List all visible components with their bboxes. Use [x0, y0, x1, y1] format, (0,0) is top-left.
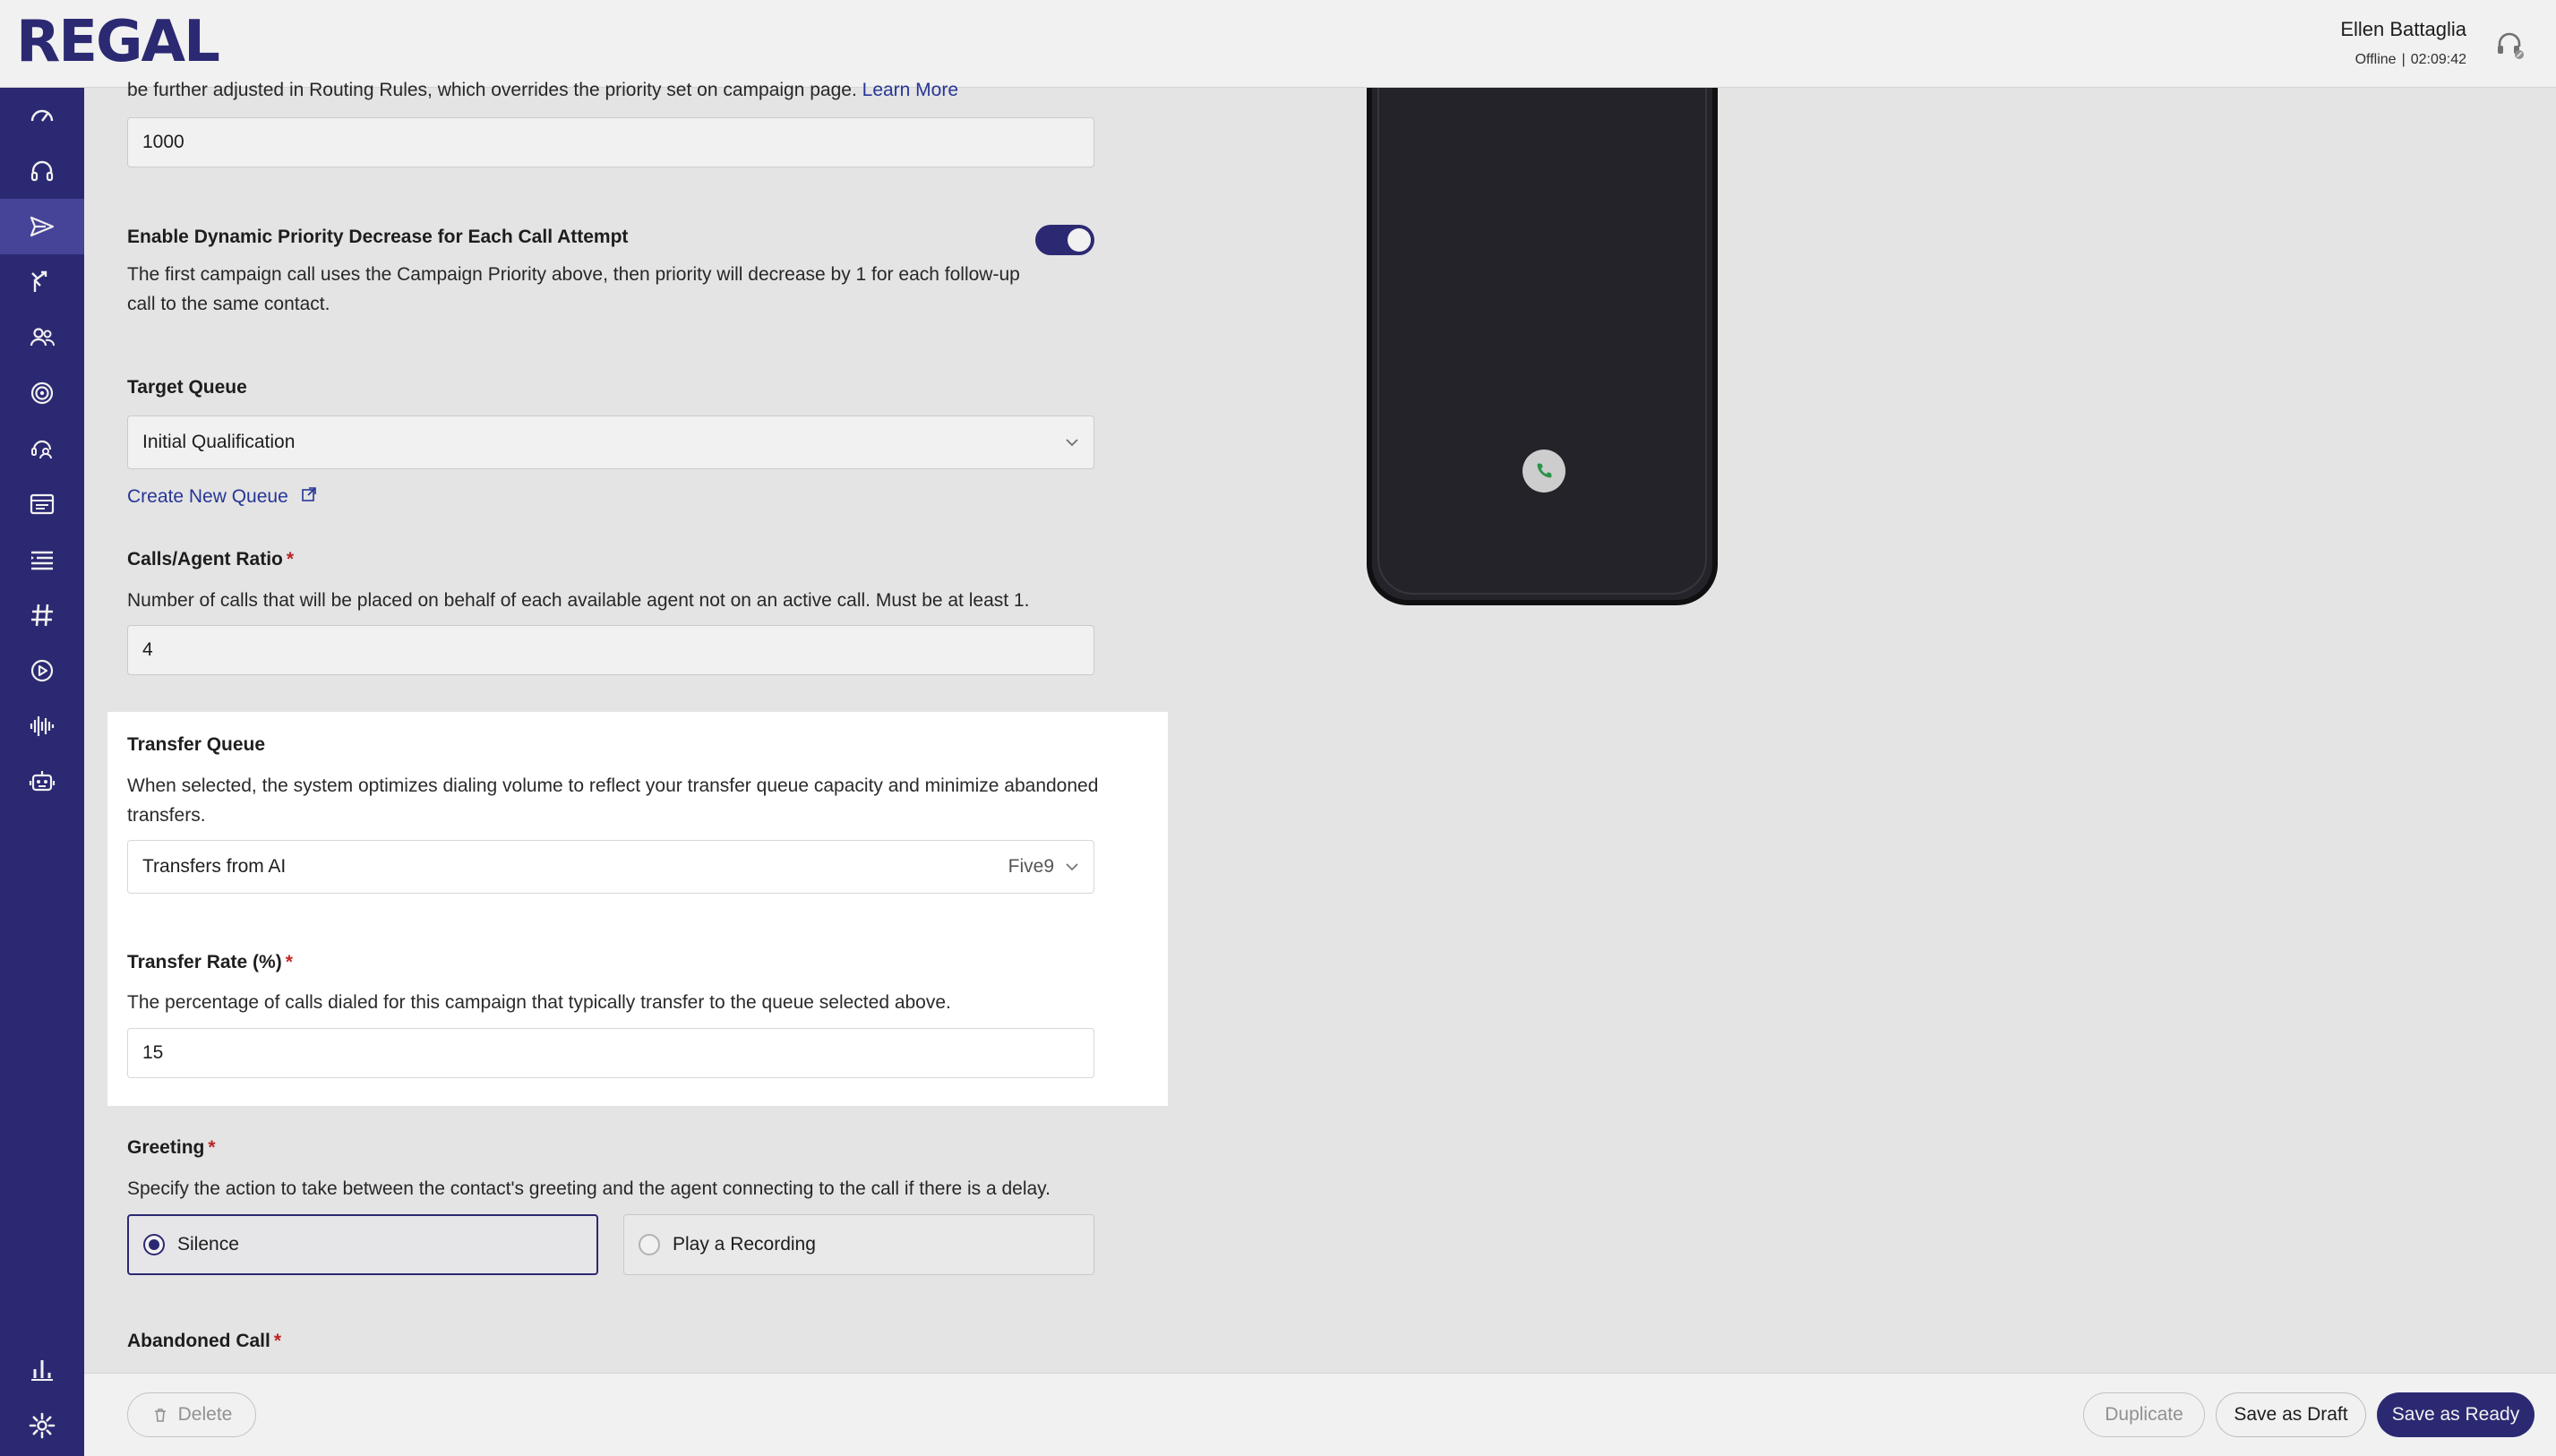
transfer-rate-input[interactable]: 15: [127, 1028, 1094, 1078]
user-status[interactable]: Offline | 02:09:42: [2355, 52, 2466, 68]
hash-icon[interactable]: [0, 587, 84, 643]
users-icon[interactable]: [0, 310, 84, 365]
create-new-queue-text: Create New Queue: [127, 486, 288, 507]
toggle-knob: [1068, 228, 1091, 252]
required-mark: *: [286, 549, 295, 570]
chevron-down-icon: [1063, 433, 1081, 457]
play-icon[interactable]: [0, 643, 84, 698]
agent-icon[interactable]: [0, 421, 84, 476]
required-mark: *: [285, 952, 293, 972]
waveform-icon[interactable]: [0, 698, 84, 754]
duplicate-button[interactable]: Duplicate: [2083, 1392, 2205, 1437]
target-queue-value: Initial Qualification: [142, 432, 296, 452]
create-new-queue-link[interactable]: Create New Queue: [127, 486, 317, 508]
transfer-rate-description: The percentage of calls dialed for this …: [127, 992, 951, 1013]
priority-input[interactable]: 1000: [127, 117, 1094, 167]
status-text: Offline: [2354, 52, 2397, 67]
transfer-queue-provider: Five9: [1008, 856, 1054, 877]
radio-selected: [143, 1234, 165, 1255]
required-mark: *: [273, 1331, 282, 1351]
save-as-draft-button[interactable]: Save as Draft: [2216, 1392, 2366, 1437]
greeting-label: Greeting *: [127, 1137, 216, 1159]
transfer-queue-select[interactable]: Transfers from AI Five9: [127, 840, 1094, 894]
greeting-option-label: Silence: [177, 1234, 239, 1255]
trash-icon: [151, 1406, 169, 1424]
headset-icon[interactable]: [0, 143, 84, 199]
priority-description: be further adjusted in Routing Rules, wh…: [127, 75, 1202, 105]
transfer-queue-label: Transfer Queue: [127, 734, 266, 755]
dynamic-priority-description-1: The first campaign call uses the Campaig…: [127, 264, 1020, 285]
transfer-queue-value: Transfers from AI: [142, 856, 287, 877]
greeting-description: Specify the action to take between the c…: [127, 1178, 1051, 1199]
user-name: Ellen Battaglia: [2340, 18, 2466, 40]
calls-agent-ratio-description: Number of calls that will be placed on b…: [127, 590, 1030, 611]
greeting-option-label: Play a Recording: [673, 1234, 816, 1255]
calls-agent-ratio-label: Calls/Agent Ratio *: [127, 549, 294, 570]
sidebar-nav: [0, 88, 84, 1456]
chevron-down-icon: [1063, 858, 1081, 881]
status-separator: |: [2401, 52, 2406, 67]
list-card-icon[interactable]: [0, 476, 84, 532]
settings-icon[interactable]: [0, 1398, 84, 1453]
dashboard-icon[interactable]: [0, 88, 84, 143]
dynamic-priority-label: Enable Dynamic Priority Decrease for Eac…: [127, 227, 629, 247]
delete-button[interactable]: Delete: [127, 1392, 256, 1437]
list-icon[interactable]: [0, 532, 84, 587]
regal-logo[interactable]: REGAL: [16, 11, 220, 73]
status-timer: 02:09:42: [2410, 52, 2466, 67]
required-mark: *: [208, 1137, 216, 1158]
dynamic-priority-description-2: call to the same contact.: [127, 294, 330, 314]
delete-label: Delete: [177, 1404, 233, 1425]
transfer-rate-label-text: Transfer Rate (%): [127, 952, 282, 972]
transfer-queue-description-1: When selected, the system optimizes dial…: [127, 775, 1099, 796]
bar-chart-icon[interactable]: [0, 1341, 84, 1397]
radio-unselected: [639, 1234, 660, 1255]
calls-agent-ratio-input[interactable]: 4: [127, 625, 1094, 675]
learn-more-link[interactable]: Learn More: [862, 80, 958, 100]
abandoned-call-label-text: Abandoned Call: [127, 1331, 270, 1351]
external-link-icon: [301, 486, 317, 507]
greeting-option-play-recording[interactable]: Play a Recording: [623, 1214, 1094, 1275]
greeting-label-text: Greeting: [127, 1137, 205, 1158]
greeting-option-silence[interactable]: Silence: [127, 1214, 598, 1275]
robot-icon[interactable]: [0, 754, 84, 809]
campaign-form: be further adjusted in Routing Rules, wh…: [84, 80, 2556, 1368]
calls-agent-ratio-label-text: Calls/Agent Ratio: [127, 549, 283, 570]
send-icon[interactable]: [0, 199, 84, 254]
target-queue-select[interactable]: Initial Qualification: [127, 415, 1094, 469]
transfer-queue-description-2: transfers.: [127, 805, 206, 826]
transfer-rate-label: Transfer Rate (%) *: [127, 952, 293, 973]
save-as-ready-button[interactable]: Save as Ready: [2377, 1392, 2535, 1437]
target-icon[interactable]: [0, 365, 84, 421]
priority-description-text: be further adjusted in Routing Rules, wh…: [127, 80, 857, 100]
target-queue-label: Target Queue: [127, 377, 247, 398]
headset-icon[interactable]: [2493, 29, 2526, 61]
abandoned-call-label: Abandoned Call *: [127, 1331, 281, 1352]
branch-icon[interactable]: [0, 254, 84, 310]
dynamic-priority-toggle[interactable]: [1035, 225, 1094, 255]
action-bar: Delete Duplicate Save as Draft Save as R…: [84, 1373, 2556, 1456]
